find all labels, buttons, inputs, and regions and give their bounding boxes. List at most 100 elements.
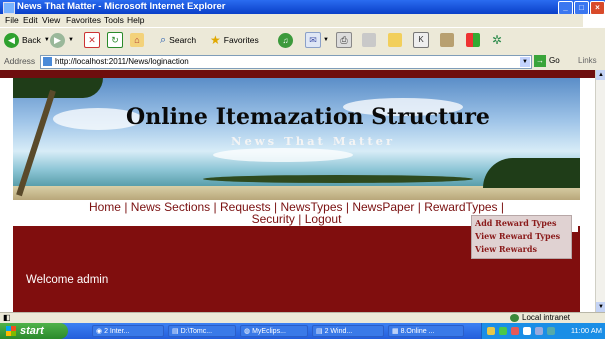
start-label: start — [20, 325, 44, 337]
tray-icon[interactable] — [523, 327, 531, 335]
taskbar-item[interactable]: ▦ 8.Online ... — [388, 325, 464, 337]
system-tray: 11:00 AM — [481, 323, 605, 339]
forward-button[interactable]: ▶ ▼ — [50, 32, 74, 48]
back-arrow-icon: ◀ — [4, 32, 19, 48]
forward-arrow-icon: ▶ — [50, 32, 65, 48]
menu-help[interactable]: Help — [127, 15, 144, 25]
go-arrow-icon[interactable]: → — [534, 55, 546, 67]
taskbar-item-label: 2 Wind... — [324, 328, 353, 335]
nav-home[interactable]: Home — [89, 200, 121, 214]
menu-favorites[interactable]: Favorites — [66, 15, 101, 25]
network-button[interactable]: ✲ — [492, 32, 502, 48]
status-page-icon: ◧ — [3, 313, 11, 322]
vertical-scrollbar[interactable]: ▲ ▼ — [595, 70, 605, 312]
menu-item-view-reward-types[interactable]: View Reward Types — [475, 231, 560, 241]
flag-icon — [466, 33, 480, 47]
research-button[interactable] — [440, 32, 454, 48]
eclipse-icon: ◍ — [244, 328, 253, 335]
favorites-label: Favorites — [223, 35, 259, 45]
tray-icon[interactable] — [511, 327, 519, 335]
taskbar-item[interactable]: ▤ 2 Wind... — [312, 325, 384, 337]
book-icon — [440, 33, 454, 47]
start-button[interactable]: start — [0, 323, 68, 339]
menu-item-view-rewards[interactable]: View Rewards — [475, 244, 537, 254]
print-icon: ⎙ — [336, 32, 352, 48]
flag-button[interactable] — [466, 32, 480, 48]
messenger-button[interactable]: K — [413, 32, 429, 48]
chevron-down-icon: ▼ — [323, 37, 329, 43]
star-icon: ★ — [210, 33, 221, 47]
network-icon: ✲ — [492, 33, 503, 47]
nav-separator: | — [213, 200, 217, 214]
home-button[interactable]: ⌂ — [130, 32, 144, 48]
palm-trunk — [16, 89, 56, 197]
tray-icon[interactable] — [547, 327, 555, 335]
island — [203, 175, 473, 183]
favorites-button[interactable]: ★ Favorites — [210, 32, 259, 48]
nav-newspaper[interactable]: NewsPaper — [352, 200, 414, 214]
tray-icon[interactable] — [487, 327, 495, 335]
menu-tools[interactable]: Tools — [104, 15, 124, 25]
folder-icon: ▤ — [172, 328, 181, 335]
window-title: News That Matter - Microsoft Internet Ex… — [17, 1, 226, 12]
search-icon: ⌕ — [160, 33, 167, 46]
page-top-bar — [0, 70, 595, 78]
address-input[interactable]: http://localhost:2011/News/loginaction ▼ — [40, 55, 532, 69]
refresh-button[interactable]: ↻ — [107, 32, 123, 48]
media-button[interactable]: ♫ — [278, 32, 293, 48]
folder-icon: ▤ — [316, 328, 325, 335]
stop-button[interactable]: ✕ — [84, 32, 100, 48]
go-button[interactable]: Go — [549, 56, 560, 65]
nav-separator: | — [345, 200, 349, 214]
tray-icon[interactable] — [499, 327, 507, 335]
back-label: Back — [22, 35, 41, 45]
title-bar: News That Matter - Microsoft Internet Ex… — [0, 0, 605, 15]
address-bar: Address http://localhost:2011/News/login… — [0, 53, 605, 71]
menu-edit[interactable]: Edit — [23, 15, 38, 25]
cloud — [213, 148, 353, 162]
minimize-button[interactable]: _ — [558, 1, 573, 15]
taskbar-item[interactable]: ▤ D:\Tomc... — [168, 325, 236, 337]
edit-button[interactable] — [362, 32, 376, 48]
document-icon: ▦ — [392, 328, 401, 335]
mail-icon: ✉ — [305, 32, 321, 48]
mail-button[interactable]: ✉ ▼ — [305, 32, 329, 48]
nav-logout[interactable]: Logout — [305, 212, 342, 226]
palm-leaves — [13, 78, 103, 98]
menu-view[interactable]: View — [42, 15, 60, 25]
search-button[interactable]: ⌕ Search — [160, 32, 196, 48]
chevron-down-icon[interactable]: ▼ — [520, 57, 530, 67]
nav-separator: | — [298, 212, 302, 226]
media-icon: ♫ — [278, 32, 293, 48]
nav-rewardtypes[interactable]: RewardTypes — [424, 200, 497, 214]
close-button[interactable]: × — [590, 1, 605, 15]
folder-button[interactable] — [388, 32, 402, 48]
menu-item-add-reward-types[interactable]: Add Reward Types — [475, 218, 557, 228]
taskbar-clock: 11:00 AM — [570, 326, 602, 335]
taskbar-item[interactable]: ◍ MyEclips... — [240, 325, 308, 337]
banner-title: Online Itemazation Structure — [126, 104, 490, 130]
print-button[interactable]: ⎙ — [336, 32, 352, 48]
taskbar-item-label: D:\Tomc... — [180, 328, 213, 335]
welcome-message: Welcome admin — [26, 274, 109, 286]
maximize-button[interactable]: □ — [574, 1, 589, 15]
nav-security[interactable]: Security — [252, 212, 295, 226]
nav-news-sections[interactable]: News Sections — [131, 200, 210, 214]
edit-icon — [362, 33, 376, 47]
banner-image: Online Itemazation Structure News That M… — [13, 78, 580, 200]
scroll-down-icon[interactable]: ▼ — [596, 302, 605, 312]
home-icon: ⌂ — [130, 33, 144, 47]
stop-icon: ✕ — [84, 32, 100, 48]
beach — [13, 186, 580, 200]
refresh-icon: ↻ — [107, 32, 123, 48]
address-url: http://localhost:2011/News/loginaction — [55, 57, 189, 66]
keyboard-icon: K — [413, 32, 429, 48]
chevron-down-icon: ▼ — [68, 37, 74, 43]
links-button[interactable]: Links — [578, 56, 597, 65]
back-button[interactable]: ◀ Back ▼ — [4, 32, 50, 48]
taskbar-item[interactable]: ◉ 2 Inter... — [92, 325, 164, 337]
scroll-up-icon[interactable]: ▲ — [596, 70, 605, 80]
menu-file[interactable]: File — [5, 15, 19, 25]
page-viewport: Online Itemazation Structure News That M… — [0, 70, 595, 312]
tray-icon[interactable] — [535, 327, 543, 335]
